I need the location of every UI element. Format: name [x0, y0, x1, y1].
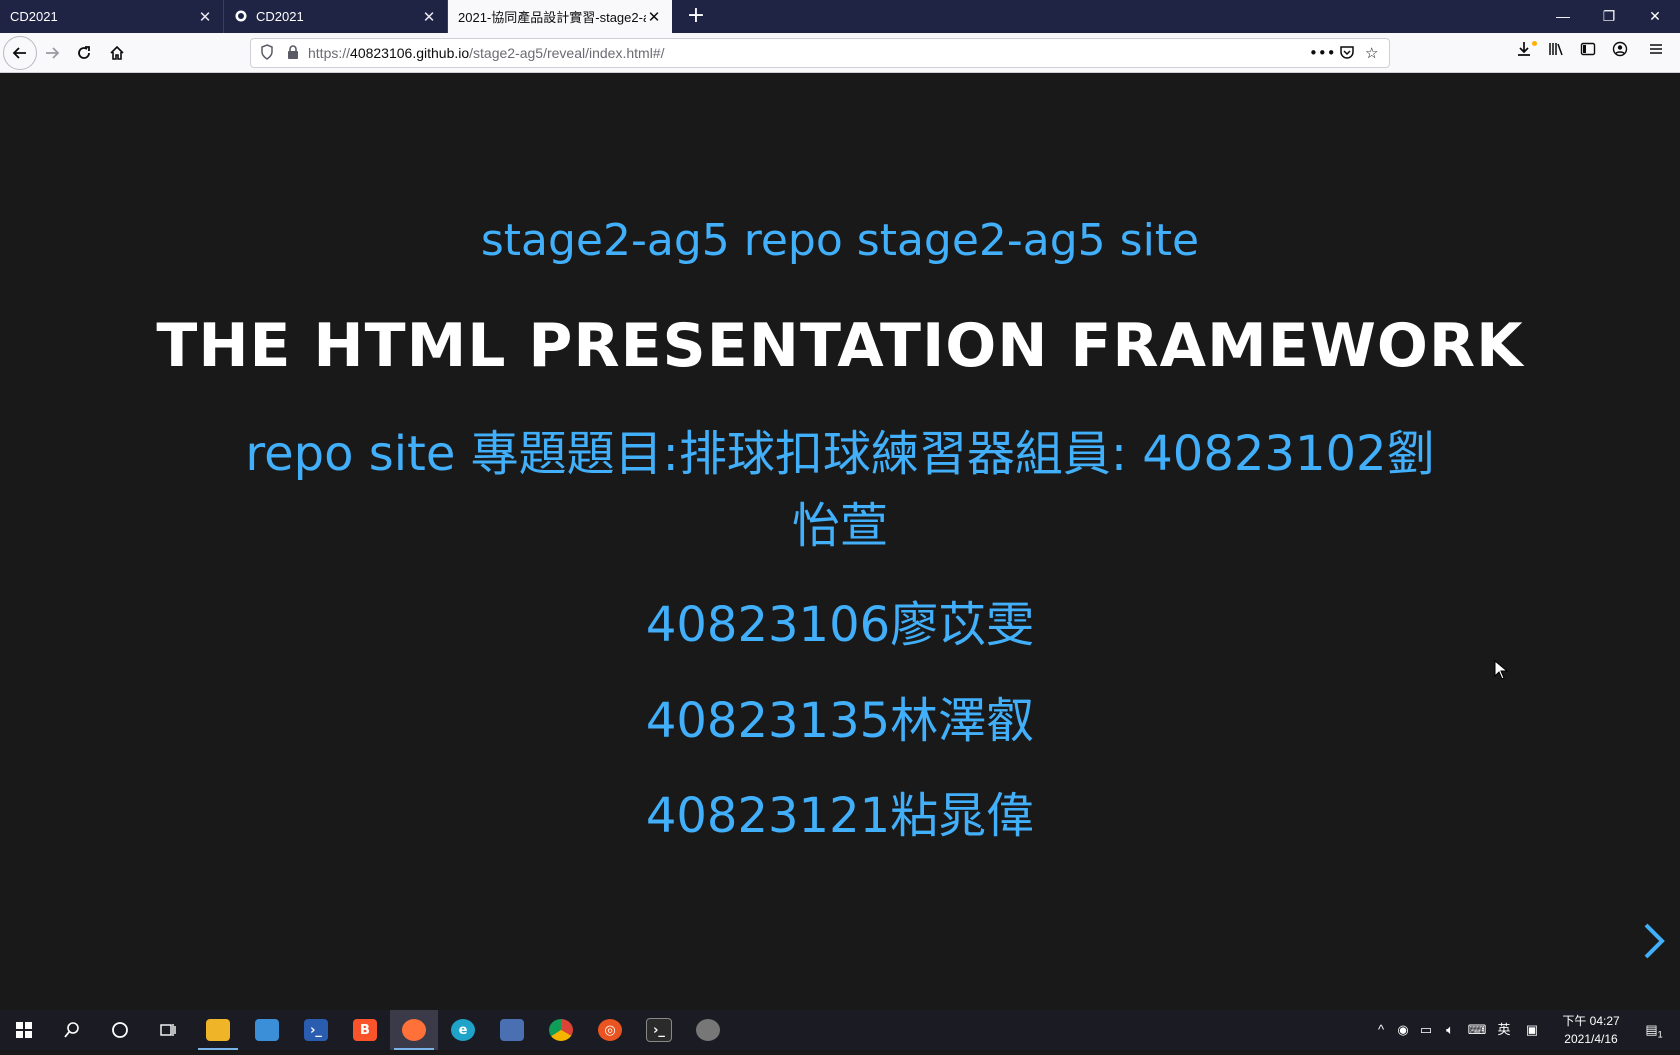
- github-favicon-icon: [234, 10, 248, 24]
- tab-title: CD2021: [256, 9, 304, 24]
- tab-title: CD2021: [10, 9, 58, 24]
- topic-and-member-line: repo site 專題題目:排球扣球練習器組員: 40823102劉怡萱: [245, 426, 1435, 554]
- file-explorer-icon[interactable]: [194, 1010, 242, 1050]
- tab-strip: CD2021 ✕ CD2021 ✕ 2021-協同產品設計實習-stage2-a…: [0, 0, 1680, 33]
- slide-heading: THE HTML PRESENTATION FRAMEWORK: [156, 311, 1524, 381]
- terminal-icon[interactable]: ›_: [635, 1010, 683, 1050]
- tracking-shield-icon[interactable]: [260, 44, 274, 64]
- start-windows-icon[interactable]: [0, 1010, 48, 1050]
- close-tab-icon[interactable]: ✕: [197, 8, 213, 26]
- close-tab-icon[interactable]: ✕: [421, 8, 437, 26]
- task-view-icon[interactable]: [144, 1010, 192, 1050]
- control-panel-icon[interactable]: [243, 1010, 291, 1050]
- tab-stage2-ag5[interactable]: 2021-協同產品設計實習-stage2-ag5 ✕: [448, 0, 672, 33]
- notification-count: 1: [1657, 1029, 1663, 1040]
- back-arrow-icon[interactable]: [6, 39, 34, 67]
- ubuntu-icon[interactable]: ◎: [586, 1010, 634, 1050]
- library-icon[interactable]: [1544, 41, 1568, 61]
- search-icon[interactable]: [48, 1010, 96, 1050]
- system-tool-icon[interactable]: [488, 1010, 536, 1050]
- next-slide-arrow-icon[interactable]: [1642, 921, 1666, 961]
- url-prefix: https://: [308, 45, 351, 61]
- more-dots-icon[interactable]: •••: [1309, 44, 1336, 62]
- minimize-icon[interactable]: —: [1540, 0, 1586, 33]
- powershell-icon[interactable]: ›_: [292, 1010, 340, 1050]
- presentation-slide: stage2-ag5 repo stage2-ag5 site THE HTML…: [0, 73, 1680, 1010]
- pocket-icon[interactable]: [1339, 44, 1355, 64]
- address-bar[interactable]: https://40823106.github.io/stage2-ag5/re…: [250, 38, 1390, 68]
- firefox-icon[interactable]: [390, 1010, 438, 1050]
- edge-icon[interactable]: e: [439, 1010, 487, 1050]
- member-line: 40823135林澤叡: [645, 693, 1035, 749]
- clock-date: 2021/4/16: [1564, 1032, 1618, 1046]
- ime-mode-icon[interactable]: ▣: [1522, 1010, 1542, 1050]
- download-badge: [1532, 41, 1537, 46]
- close-tab-icon[interactable]: ✕: [646, 8, 662, 26]
- member-line: 40823106廖苡雯: [645, 597, 1035, 653]
- forward-arrow-icon[interactable]: [38, 39, 66, 67]
- globe-app-icon[interactable]: [684, 1010, 732, 1050]
- hamburger-menu-icon[interactable]: [1644, 41, 1668, 61]
- star-icon[interactable]: ☆: [1365, 44, 1378, 62]
- close-window-icon[interactable]: ✕: [1632, 0, 1678, 33]
- new-tab-plus-icon[interactable]: +: [680, 0, 712, 33]
- notification-center-icon[interactable]: ▤1: [1636, 1010, 1672, 1050]
- brave-browser-icon[interactable]: B: [341, 1010, 389, 1050]
- url-host: 40823106.github.io: [350, 45, 470, 61]
- account-icon[interactable]: [1608, 41, 1632, 61]
- meet-now-icon[interactable]: ◉: [1393, 1010, 1413, 1050]
- url-text[interactable]: https://40823106.github.io/stage2-ag5/re…: [308, 45, 664, 61]
- tab-cd2021-1[interactable]: CD2021 ✕: [0, 0, 224, 33]
- reload-icon[interactable]: [70, 39, 98, 67]
- lock-icon[interactable]: [287, 44, 299, 64]
- volume-muted-icon[interactable]: 🔈︎: [1439, 1010, 1461, 1050]
- keyboard-icon[interactable]: ⌨: [1464, 1010, 1490, 1050]
- member-line: 40823121粘晁偉: [645, 788, 1035, 844]
- navigation-toolbar: https://40823106.github.io/stage2-ag5/re…: [0, 33, 1680, 73]
- tab-title: 2021-協同產品設計實習-stage2-ag5: [458, 10, 646, 25]
- tab-cd2021-2[interactable]: CD2021 ✕: [224, 0, 448, 33]
- ime-language-indicator[interactable]: 英: [1494, 1010, 1514, 1050]
- restore-icon[interactable]: ❐: [1586, 0, 1632, 33]
- home-icon[interactable]: [103, 39, 131, 67]
- sidebar-icon[interactable]: [1576, 41, 1600, 61]
- url-path: /stage2-ag5/reveal/index.html#/: [469, 45, 665, 61]
- show-hidden-icons-chevron-icon[interactable]: ^: [1371, 1010, 1391, 1050]
- system-clock[interactable]: 下午 04:27 2021/4/16: [1555, 1012, 1627, 1048]
- clock-time: 下午 04:27: [1562, 1014, 1620, 1028]
- cortana-circle-icon[interactable]: [96, 1010, 144, 1050]
- windows-taskbar: ›_ B e ◎ ›_ ^ ◉ ▭ 🔈︎ ⌨ 英 ▣ 下午 04:27 2021…: [0, 1010, 1680, 1050]
- network-icon[interactable]: ▭: [1415, 1010, 1437, 1050]
- repo-site-links[interactable]: stage2-ag5 repo stage2-ag5 site: [0, 215, 1680, 266]
- chrome-icon[interactable]: [537, 1010, 585, 1050]
